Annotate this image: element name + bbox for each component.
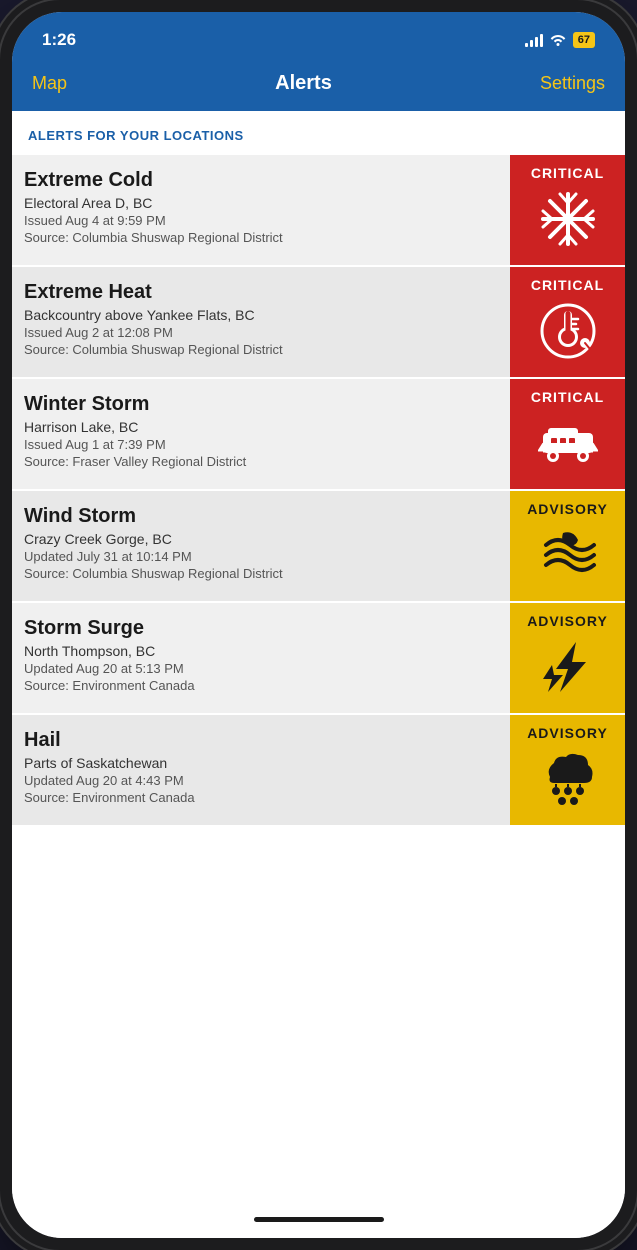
alert-icon-3 <box>538 525 598 594</box>
alert-badge-4: ADVISORY <box>510 603 625 713</box>
alert-text-3: Wind Storm Crazy Creek Gorge, BC Updated… <box>12 491 510 601</box>
badge-label-3: ADVISORY <box>527 501 608 517</box>
alert-source-2: Source: Fraser Valley Regional District <box>24 454 498 469</box>
badge-label-5: ADVISORY <box>527 725 608 741</box>
section-header: ALERTS FOR YOUR LOCATIONS <box>12 111 625 155</box>
badge-label-4: ADVISORY <box>527 613 608 629</box>
alert-text-1: Extreme Heat Backcountry above Yankee Fl… <box>12 267 510 377</box>
alert-source-3: Source: Columbia Shuswap Regional Distri… <box>24 566 498 581</box>
home-indicator <box>12 1209 625 1238</box>
alert-item[interactable]: Hail Parts of Saskatchewan Updated Aug 2… <box>12 715 625 825</box>
alert-item[interactable]: Wind Storm Crazy Creek Gorge, BC Updated… <box>12 491 625 601</box>
alert-location-5: Parts of Saskatchewan <box>24 755 498 771</box>
status-time: 1:26 <box>42 30 76 50</box>
home-bar <box>254 1217 384 1222</box>
screen: 1:26 67 Map Alerts Settings <box>12 12 625 1238</box>
nav-map-link[interactable]: Map <box>32 73 67 94</box>
alert-badge-0: CRITICAL <box>510 155 625 265</box>
alert-source-0: Source: Columbia Shuswap Regional Distri… <box>24 230 498 245</box>
alert-item[interactable]: Extreme Heat Backcountry above Yankee Fl… <box>12 267 625 377</box>
status-icons: 67 <box>525 32 595 49</box>
alert-name-1: Extreme Heat <box>24 281 498 304</box>
alert-source-1: Source: Columbia Shuswap Regional Distri… <box>24 342 498 357</box>
badge-label-2: CRITICAL <box>531 389 604 405</box>
wifi-icon <box>549 32 567 49</box>
alert-name-2: Winter Storm <box>24 393 498 416</box>
badge-label-0: CRITICAL <box>531 165 604 181</box>
alert-item[interactable]: Extreme Cold Electoral Area D, BC Issued… <box>12 155 625 265</box>
alert-name-3: Wind Storm <box>24 505 498 528</box>
alert-location-1: Backcountry above Yankee Flats, BC <box>24 307 498 323</box>
alert-text-2: Winter Storm Harrison Lake, BC Issued Au… <box>12 379 510 489</box>
alert-location-0: Electoral Area D, BC <box>24 195 498 211</box>
nav-bar: Map Alerts Settings <box>12 62 625 111</box>
alert-text-5: Hail Parts of Saskatchewan Updated Aug 2… <box>12 715 510 825</box>
alert-icon-2 <box>538 413 598 482</box>
battery-indicator: 67 <box>573 32 595 48</box>
alert-text-4: Storm Surge North Thompson, BC Updated A… <box>12 603 510 713</box>
alert-icon-5 <box>538 749 598 818</box>
alert-issued-1: Issued Aug 2 at 12:08 PM <box>24 325 498 340</box>
alert-badge-3: ADVISORY <box>510 491 625 601</box>
alert-issued-3: Updated July 31 at 10:14 PM <box>24 549 498 564</box>
signal-bar-2 <box>530 40 533 47</box>
alert-location-2: Harrison Lake, BC <box>24 419 498 435</box>
status-bar: 1:26 67 <box>12 12 625 62</box>
alert-name-5: Hail <box>24 729 498 752</box>
alerts-list: Extreme Cold Electoral Area D, BC Issued… <box>12 155 625 825</box>
alert-location-3: Crazy Creek Gorge, BC <box>24 531 498 547</box>
alert-item[interactable]: Storm Surge North Thompson, BC Updated A… <box>12 603 625 713</box>
badge-label-1: CRITICAL <box>531 277 604 293</box>
alert-badge-2: CRITICAL <box>510 379 625 489</box>
alert-icon-4 <box>538 637 598 706</box>
alert-badge-1: CRITICAL <box>510 267 625 377</box>
signal-bar-4 <box>540 34 543 47</box>
alert-location-4: North Thompson, BC <box>24 643 498 659</box>
alert-icon-1 <box>538 301 598 370</box>
alert-issued-0: Issued Aug 4 at 9:59 PM <box>24 213 498 228</box>
section-title: ALERTS FOR YOUR LOCATIONS <box>28 128 244 143</box>
alert-issued-5: Updated Aug 20 at 4:43 PM <box>24 773 498 788</box>
alert-source-5: Source: Environment Canada <box>24 790 498 805</box>
signal-bars-icon <box>525 33 543 47</box>
alert-issued-4: Updated Aug 20 at 5:13 PM <box>24 661 498 676</box>
alert-text-0: Extreme Cold Electoral Area D, BC Issued… <box>12 155 510 265</box>
nav-title: Alerts <box>275 72 332 95</box>
signal-bar-1 <box>525 43 528 47</box>
alert-source-4: Source: Environment Canada <box>24 678 498 693</box>
alert-name-0: Extreme Cold <box>24 169 498 192</box>
alert-item[interactable]: Winter Storm Harrison Lake, BC Issued Au… <box>12 379 625 489</box>
alert-icon-0 <box>538 189 598 258</box>
phone-frame: 1:26 67 Map Alerts Settings <box>0 0 637 1250</box>
nav-settings-link[interactable]: Settings <box>540 73 605 94</box>
alert-name-4: Storm Surge <box>24 617 498 640</box>
signal-bar-3 <box>535 37 538 47</box>
alert-issued-2: Issued Aug 1 at 7:39 PM <box>24 437 498 452</box>
content-area: ALERTS FOR YOUR LOCATIONS Extreme Cold E… <box>12 111 625 1209</box>
alert-badge-5: ADVISORY <box>510 715 625 825</box>
